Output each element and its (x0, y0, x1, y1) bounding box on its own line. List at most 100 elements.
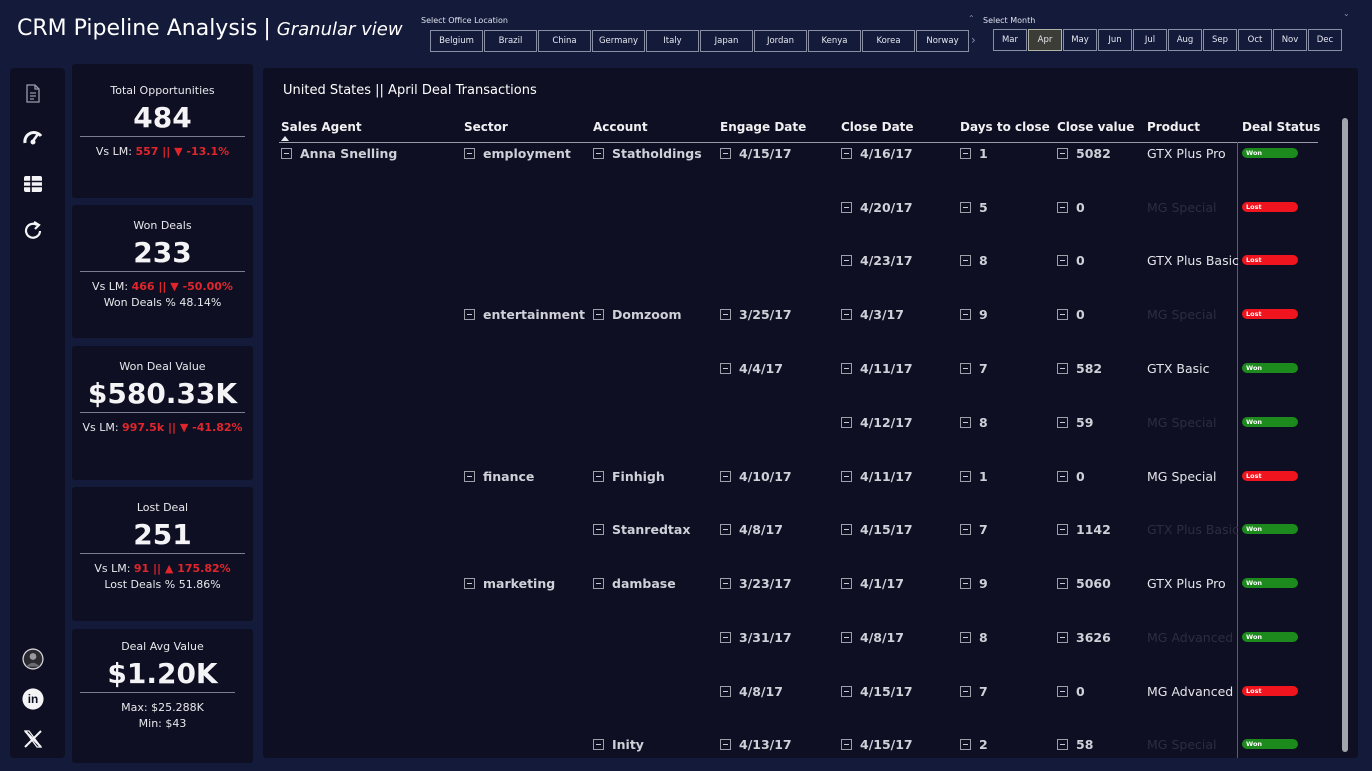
column-header-product[interactable]: Product (1147, 120, 1200, 134)
collapse-icon[interactable] (720, 631, 731, 643)
collapse-icon[interactable] (720, 685, 731, 697)
collapse-icon[interactable] (841, 147, 852, 159)
office-option-italy[interactable]: Italy (646, 30, 699, 52)
collapse-icon[interactable] (593, 308, 604, 320)
collapse-icon[interactable] (281, 147, 292, 159)
column-header-engage-date[interactable]: Engage Date (720, 120, 806, 134)
collapse-icon[interactable] (1057, 254, 1068, 266)
collapse-icon[interactable] (841, 416, 852, 428)
collapse-icon[interactable] (960, 201, 971, 213)
collapse-icon[interactable] (1057, 631, 1068, 643)
month-option-sep[interactable]: Sep (1203, 29, 1237, 51)
collapse-icon[interactable] (593, 147, 604, 159)
office-option-jordan[interactable]: Jordan (754, 30, 807, 52)
column-header-account[interactable]: Account (593, 120, 648, 134)
collapse-icon[interactable] (1057, 577, 1068, 589)
collapse-icon[interactable] (841, 738, 852, 750)
office-option-brazil[interactable]: Brazil (484, 30, 537, 52)
column-header-days-to-close[interactable]: Days to close (960, 120, 1050, 134)
table-icon[interactable] (22, 173, 44, 195)
avatar[interactable] (22, 648, 44, 670)
collapse-icon[interactable] (593, 470, 604, 482)
collapse-icon[interactable] (841, 470, 852, 482)
collapse-icon[interactable] (1057, 416, 1068, 428)
chevron-down-icon[interactable]: ⌄ (1343, 9, 1350, 18)
column-header-close-value[interactable]: Close value (1057, 120, 1134, 134)
refresh-icon[interactable] (22, 220, 44, 242)
collapse-icon[interactable] (720, 470, 731, 482)
office-option-belgium[interactable]: Belgium (430, 30, 483, 52)
column-header-deal-status[interactable]: Deal Status (1242, 120, 1320, 134)
month-option-jul[interactable]: Jul (1133, 29, 1167, 51)
collapse-icon[interactable] (593, 738, 604, 750)
collapse-icon[interactable] (960, 631, 971, 643)
collapse-icon[interactable] (464, 308, 475, 320)
collapse-icon[interactable] (464, 147, 475, 159)
collapse-icon[interactable] (841, 631, 852, 643)
collapse-icon[interactable] (1057, 147, 1068, 159)
office-option-korea[interactable]: Korea (862, 30, 915, 52)
collapse-icon[interactable] (960, 308, 971, 320)
collapse-icon[interactable] (841, 308, 852, 320)
office-option-norway[interactable]: Norway (916, 30, 969, 52)
month-option-aug[interactable]: Aug (1168, 29, 1202, 51)
month-option-may[interactable]: May (1063, 29, 1097, 51)
collapse-icon[interactable] (960, 254, 971, 266)
office-option-japan[interactable]: Japan (700, 30, 753, 52)
office-option-kenya[interactable]: Kenya (808, 30, 861, 52)
month-option-dec[interactable]: Dec (1308, 29, 1342, 51)
collapse-icon[interactable] (593, 577, 604, 589)
x-twitter-icon[interactable] (22, 728, 44, 750)
collapse-icon[interactable] (841, 254, 852, 266)
collapse-icon[interactable] (841, 685, 852, 697)
collapse-icon[interactable] (464, 577, 475, 589)
gauge-icon[interactable] (22, 126, 44, 148)
column-header-sales-agent[interactable]: Sales Agent (281, 120, 362, 134)
linkedin-icon[interactable]: in (22, 688, 44, 710)
document-icon[interactable] (22, 82, 44, 104)
days-to-close-cell-text: 7 (979, 521, 988, 537)
collapse-icon[interactable] (960, 147, 971, 159)
collapse-icon[interactable] (841, 201, 852, 213)
collapse-icon[interactable] (720, 308, 731, 320)
collapse-icon[interactable] (720, 147, 731, 159)
close-value-cell-text: 582 (1076, 360, 1103, 376)
collapse-icon[interactable] (960, 738, 971, 750)
collapse-icon[interactable] (960, 362, 971, 374)
collapse-icon[interactable] (841, 577, 852, 589)
collapse-icon[interactable] (1057, 738, 1068, 750)
chevron-right-icon[interactable]: › (971, 33, 976, 47)
collapse-icon[interactable] (960, 685, 971, 697)
collapse-icon[interactable] (1057, 470, 1068, 482)
collapse-icon[interactable] (960, 470, 971, 482)
collapse-icon[interactable] (720, 523, 731, 535)
collapse-icon[interactable] (1057, 362, 1068, 374)
collapse-icon[interactable] (960, 577, 971, 589)
sort-ascending-icon[interactable] (281, 136, 289, 141)
collapse-icon[interactable] (1057, 308, 1068, 320)
collapse-icon[interactable] (1057, 201, 1068, 213)
collapse-icon[interactable] (720, 577, 731, 589)
column-header-sector[interactable]: Sector (464, 120, 508, 134)
collapse-icon[interactable] (1057, 685, 1068, 697)
month-option-nov[interactable]: Nov (1273, 29, 1307, 51)
collapse-icon[interactable] (593, 523, 604, 535)
collapse-icon[interactable] (1057, 523, 1068, 535)
collapse-icon[interactable] (841, 362, 852, 374)
office-option-germany[interactable]: Germany (592, 30, 645, 52)
month-option-mar[interactable]: Mar (993, 29, 1027, 51)
month-option-oct[interactable]: Oct (1238, 29, 1272, 51)
collapse-icon[interactable] (720, 362, 731, 374)
collapse-icon[interactable] (960, 523, 971, 535)
month-option-jun[interactable]: Jun (1098, 29, 1132, 51)
close-value-cell-text: 5082 (1076, 145, 1111, 161)
scrollbar-thumb[interactable] (1342, 118, 1348, 752)
collapse-icon[interactable] (960, 416, 971, 428)
collapse-icon[interactable] (720, 738, 731, 750)
column-header-close-date[interactable]: Close Date (841, 120, 914, 134)
month-option-apr[interactable]: Apr (1028, 29, 1062, 51)
collapse-icon[interactable] (464, 470, 475, 482)
close-date-cell: 4/16/17 (841, 145, 913, 161)
office-option-china[interactable]: China (538, 30, 591, 52)
collapse-icon[interactable] (841, 523, 852, 535)
